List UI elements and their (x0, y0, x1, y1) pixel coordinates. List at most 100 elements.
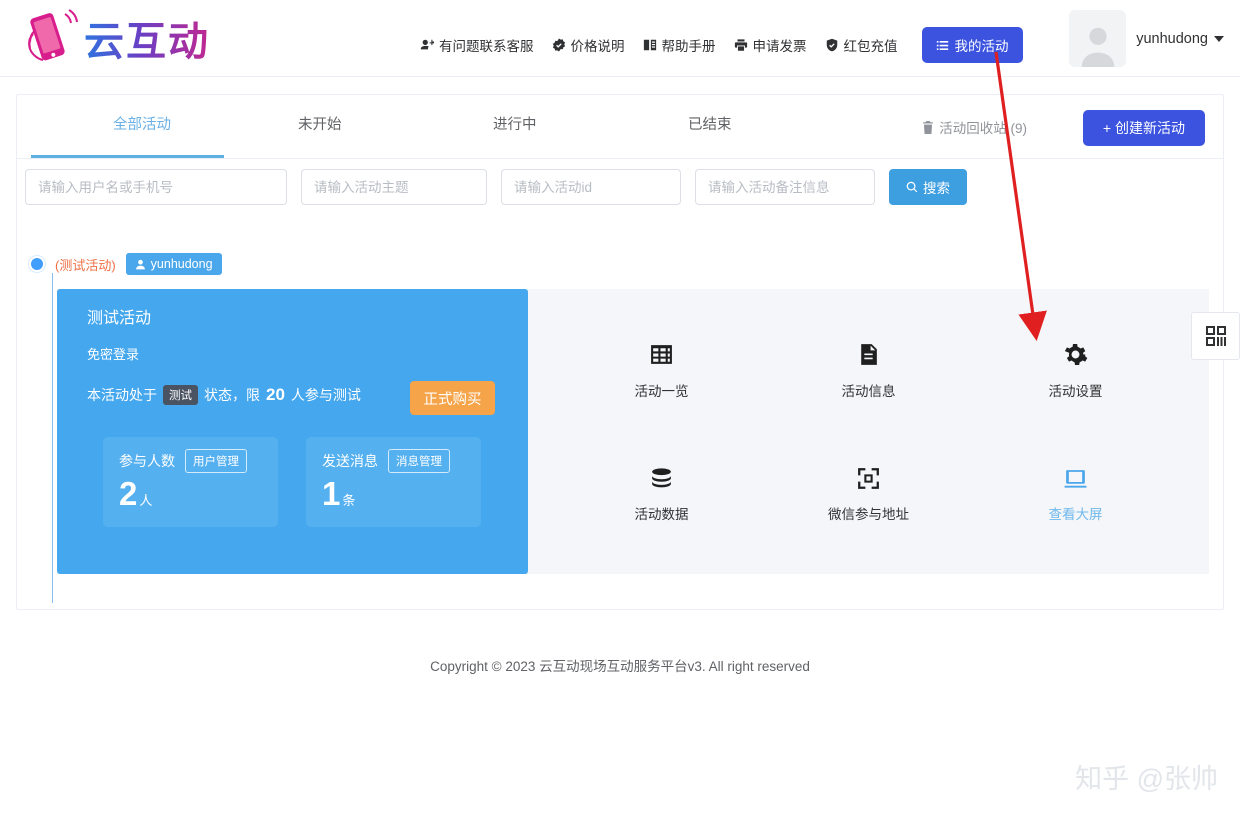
owner-name: yunhudong (151, 257, 213, 271)
nav-label: 红包充值 (844, 35, 898, 55)
stat-value-wrap: 1条 (322, 477, 355, 510)
action-view-big-screen[interactable]: 查看大屏 (1049, 465, 1103, 523)
activity-card-row: 测试活动 免密登录 本活动处于 测试 状态，限 20 人参与测试 正式购买 参与… (57, 289, 1209, 574)
stat-unit: 人 (139, 493, 152, 508)
user-management-button[interactable]: 用户管理 (185, 449, 247, 473)
stat-card-participants: 参与人数 用户管理 2人 (103, 437, 278, 527)
user-menu[interactable]: yunhudong (1069, 10, 1224, 67)
book-icon (643, 38, 657, 52)
list-icon (936, 39, 949, 52)
search-input-remark[interactable] (695, 169, 875, 205)
badge-icon (552, 38, 566, 52)
action-label: 活动信息 (842, 380, 896, 400)
header-nav: 有问题联系客服 价格说明 帮助手册 申请发票 (420, 27, 1023, 63)
brand-logo[interactable]: 云互动 (22, 8, 210, 68)
nav-label: 有问题联系客服 (439, 35, 534, 55)
action-activity-info[interactable]: 活动信息 (842, 342, 896, 400)
buy-button[interactable]: 正式购买 (410, 381, 495, 415)
action-label: 活动一览 (635, 380, 689, 400)
status-middle: 状态，限 (204, 385, 260, 405)
timeline-dot-icon (29, 256, 45, 272)
message-management-button[interactable]: 消息管理 (388, 449, 450, 473)
status-suffix: 人参与测试 (291, 385, 361, 405)
user-icon (135, 259, 146, 270)
main-panel: 全部活动 未开始 进行中 已结束 活动回收站 (9) + 创建新活动 (16, 94, 1224, 610)
user-avatar-icon (1075, 21, 1121, 67)
activity-summary-card: 测试活动 免密登录 本活动处于 测试 状态，限 20 人参与测试 正式购买 参与… (57, 289, 528, 574)
watermark: 知乎 @张帅 (1075, 757, 1218, 796)
create-activity-button[interactable]: + 创建新活动 (1083, 110, 1205, 146)
username-label: yunhudong (1136, 31, 1208, 47)
status-badge: 测试 (163, 385, 198, 405)
top-header: 云互动 有问题联系客服 价格说明 帮助手册 (0, 0, 1240, 77)
stat-label: 参与人数 (119, 451, 175, 471)
search-input-topic[interactable] (301, 169, 487, 205)
qrcode-icon (1204, 324, 1228, 348)
phone-hand-icon (22, 8, 78, 68)
stat-value-wrap: 2人 (119, 477, 152, 510)
tabs-bar: 全部活动 未开始 进行中 已结束 活动回收站 (9) + 创建新活动 (17, 95, 1223, 159)
tab-ended[interactable]: 已结束 (688, 113, 732, 134)
user-add-icon (420, 38, 434, 52)
search-input-username[interactable] (25, 169, 287, 205)
activity-title: 测试活动 (87, 304, 151, 328)
nav-item-pricing[interactable]: 价格说明 (552, 35, 625, 55)
nav-item-contact-support[interactable]: 有问题联系客服 (420, 35, 534, 55)
activity-owner-tag[interactable]: yunhudong (126, 253, 222, 275)
activity-login-mode: 免密登录 (87, 344, 139, 363)
gear-icon (1063, 342, 1089, 368)
my-activity-label: 我的活动 (955, 35, 1009, 55)
search-button[interactable]: 搜索 (889, 169, 967, 205)
search-icon (906, 181, 918, 193)
scan-code-icon (856, 465, 882, 491)
activity-status-line: 本活动处于 测试 状态，限 20 人参与测试 (87, 385, 361, 405)
action-label: 活动设置 (1049, 380, 1103, 400)
action-wechat-join-address[interactable]: 微信参与地址 (828, 465, 909, 523)
activity-action-grid: 活动一览 活动信息 活动设置 (528, 289, 1209, 574)
activity-status-label: (测试活动) (55, 255, 116, 274)
nav-item-redpacket-recharge[interactable]: 红包充值 (825, 35, 898, 55)
action-activity-settings[interactable]: 活动设置 (1049, 342, 1103, 400)
grid-table-icon (649, 342, 675, 368)
stat-label: 发送消息 (322, 451, 378, 471)
footer-copyright: Copyright © 2023 云互动现场互动服务平台v3. All righ… (0, 655, 1240, 675)
stat-value: 2 (119, 475, 137, 512)
stat-value: 1 (322, 475, 340, 512)
qrcode-side-widget[interactable] (1191, 312, 1240, 360)
status-prefix: 本活动处于 (87, 385, 157, 405)
activity-header: (测试活动) yunhudong (29, 253, 222, 275)
tab-not-started[interactable]: 未开始 (298, 113, 342, 134)
document-icon (856, 342, 882, 368)
printer-icon (734, 38, 748, 52)
active-tab-indicator (31, 155, 224, 158)
search-input-activity-id[interactable] (501, 169, 681, 205)
action-label: 查看大屏 (1049, 503, 1103, 523)
limit-number: 20 (266, 385, 285, 405)
stat-header: 发送消息 消息管理 (322, 449, 450, 473)
nav-label: 价格说明 (571, 35, 625, 55)
action-activity-overview[interactable]: 活动一览 (635, 342, 689, 400)
nav-item-invoice[interactable]: 申请发票 (734, 35, 807, 55)
stat-unit: 条 (342, 493, 355, 508)
tab-in-progress[interactable]: 进行中 (493, 113, 537, 134)
search-button-label: 搜索 (923, 177, 950, 197)
shield-check-icon (825, 38, 839, 52)
search-toolbar: 搜索 (25, 169, 967, 205)
stat-card-messages: 发送消息 消息管理 1条 (306, 437, 481, 527)
brand-name: 云互动 (84, 9, 210, 67)
trash-icon (922, 121, 934, 134)
my-activity-button[interactable]: 我的活动 (922, 27, 1023, 63)
tab-all-activities[interactable]: 全部活动 (113, 113, 171, 134)
avatar (1069, 10, 1126, 67)
recycle-bin-label: 活动回收站 (9) (939, 117, 1027, 137)
database-icon (649, 465, 675, 491)
timeline-line (52, 273, 53, 603)
action-label: 活动数据 (635, 503, 689, 523)
username-dropdown[interactable]: yunhudong (1136, 31, 1224, 47)
chevron-down-icon (1214, 36, 1224, 42)
page-root: 云互动 有问题联系客服 价格说明 帮助手册 (0, 0, 1240, 823)
recycle-bin-link[interactable]: 活动回收站 (9) (922, 117, 1027, 137)
nav-item-help-manual[interactable]: 帮助手册 (643, 35, 716, 55)
stat-header: 参与人数 用户管理 (119, 449, 247, 473)
action-activity-data[interactable]: 活动数据 (635, 465, 689, 523)
